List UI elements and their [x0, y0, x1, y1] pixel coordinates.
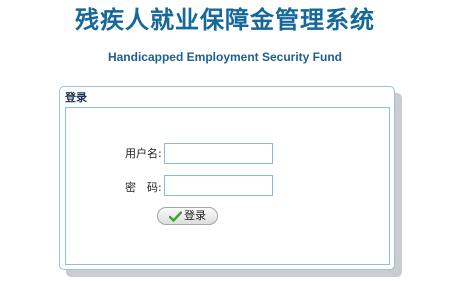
system-title: 残疾人就业保障金管理系统	[75, 6, 375, 34]
login-panel: 登录 用户名: 密 码: 登录	[59, 86, 395, 270]
system-subtitle: Handicapped Employment Security Fund	[107, 50, 343, 64]
login-button-label: 登录	[184, 209, 206, 222]
password-label: 密 码:	[125, 181, 162, 194]
username-input[interactable]	[164, 143, 273, 164]
login-panel-title: 登录	[65, 91, 87, 104]
login-page: 残疾人就业保障金管理系统 Handicapped Employment Secu…	[0, 0, 450, 281]
password-input[interactable]	[164, 175, 273, 196]
username-label: 用户名:	[125, 147, 162, 160]
login-button[interactable]: 登录	[157, 207, 218, 225]
login-form: 用户名: 密 码: 登录	[65, 107, 390, 265]
checkmark-icon	[168, 210, 183, 222]
